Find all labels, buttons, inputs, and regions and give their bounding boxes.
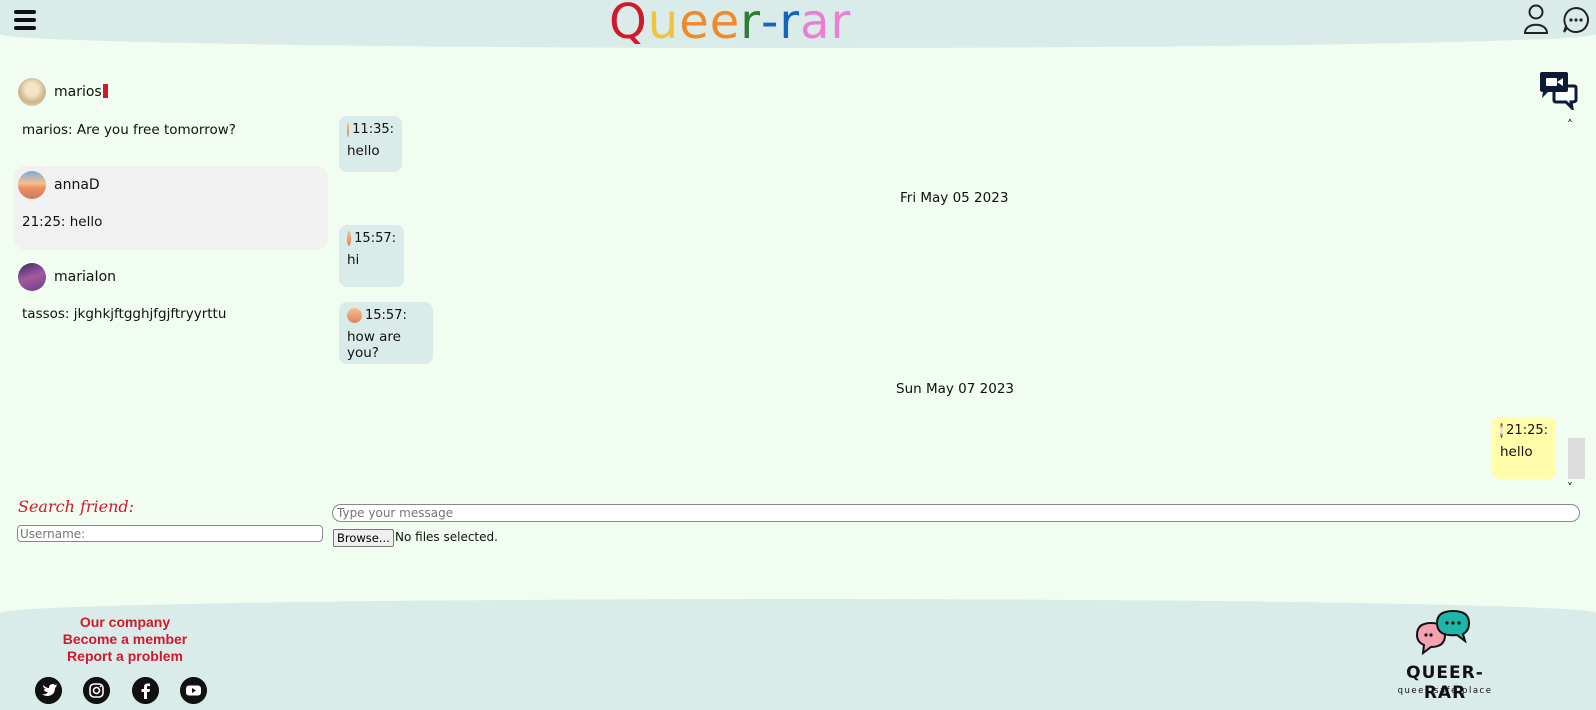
brand-chat-logo-icon xyxy=(1415,609,1471,656)
sender-avatar xyxy=(347,308,362,323)
instagram-icon[interactable] xyxy=(83,677,110,704)
search-friend-title: Search friend: xyxy=(18,497,135,516)
brand-tagline: queer safe place xyxy=(1397,686,1493,696)
message-time: 15:57: xyxy=(365,308,407,323)
conversation-last-message: tassos: jkghkjftgghjfgjftryyrttu xyxy=(22,306,227,322)
brand-name: QUEER-RAR xyxy=(1406,663,1484,703)
report-problem-link[interactable]: Report a problem xyxy=(0,648,250,664)
message-input[interactable] xyxy=(332,504,1580,522)
youtube-icon[interactable] xyxy=(180,677,207,704)
become-member-link[interactable]: Become a member xyxy=(0,631,250,647)
message-bubble: 11:35: hello xyxy=(339,116,402,172)
chat-bubble-icon[interactable] xyxy=(1562,6,1590,34)
scroll-up-arrow[interactable]: ˄ xyxy=(1567,118,1573,132)
file-status-text: No files selected. xyxy=(395,530,498,544)
sender-avatar xyxy=(1500,423,1504,438)
site-logo[interactable]: Queer-rar xyxy=(609,0,851,50)
twitter-icon[interactable] xyxy=(35,677,62,704)
scrollbar-thumb[interactable] xyxy=(1568,438,1585,479)
profile-icon[interactable] xyxy=(1523,4,1549,34)
conversation-item-annaD[interactable]: annaD 21:25: hello xyxy=(14,166,328,250)
conversation-name: marios xyxy=(54,84,108,100)
message-bubble: 15:57: hi xyxy=(339,225,404,287)
menu-icon[interactable] xyxy=(14,10,36,30)
message-time: 11:35: xyxy=(352,122,394,137)
conversation-name: annaD xyxy=(54,177,100,193)
message-text: hi xyxy=(347,252,360,268)
sender-avatar xyxy=(347,231,352,246)
message-text: how are you? xyxy=(347,329,401,361)
avatar xyxy=(18,171,46,199)
message-text: hello xyxy=(347,143,380,159)
message-bubble: 21:25: hello xyxy=(1492,417,1556,479)
message-bubble: 15:57: how are you? xyxy=(339,302,433,364)
facebook-icon[interactable] xyxy=(132,677,159,704)
conversation-name: mariaIon xyxy=(54,269,117,285)
our-company-link[interactable]: Our company xyxy=(0,614,250,630)
video-call-icon[interactable] xyxy=(1538,70,1580,110)
conversation-last-message: 21:25: hello xyxy=(22,214,103,230)
conversation-item-mariaIon[interactable]: mariaIon tassos: jkghkjftgghjfgjftryyrtt… xyxy=(14,258,328,328)
message-time: 21:25: xyxy=(1506,423,1548,438)
message-time: 15:57: xyxy=(354,231,396,246)
date-separator: Sun May 07 2023 xyxy=(896,381,1014,397)
header: Queer-rar xyxy=(0,0,1596,50)
avatar xyxy=(18,78,46,106)
avatar xyxy=(18,263,46,291)
date-separator: Fri May 05 2023 xyxy=(900,190,1009,206)
message-text: hello xyxy=(1500,444,1533,460)
search-username-input[interactable] xyxy=(17,525,323,542)
sender-avatar xyxy=(347,122,350,137)
unread-indicator xyxy=(102,84,108,98)
scroll-down-arrow[interactable]: ˅ xyxy=(1567,481,1573,495)
browse-file-button[interactable]: Browse... xyxy=(333,529,394,547)
conversation-item-marios[interactable]: marios marios: Are you free tomorrow? xyxy=(14,76,328,146)
conversation-last-message: marios: Are you free tomorrow? xyxy=(22,122,236,138)
